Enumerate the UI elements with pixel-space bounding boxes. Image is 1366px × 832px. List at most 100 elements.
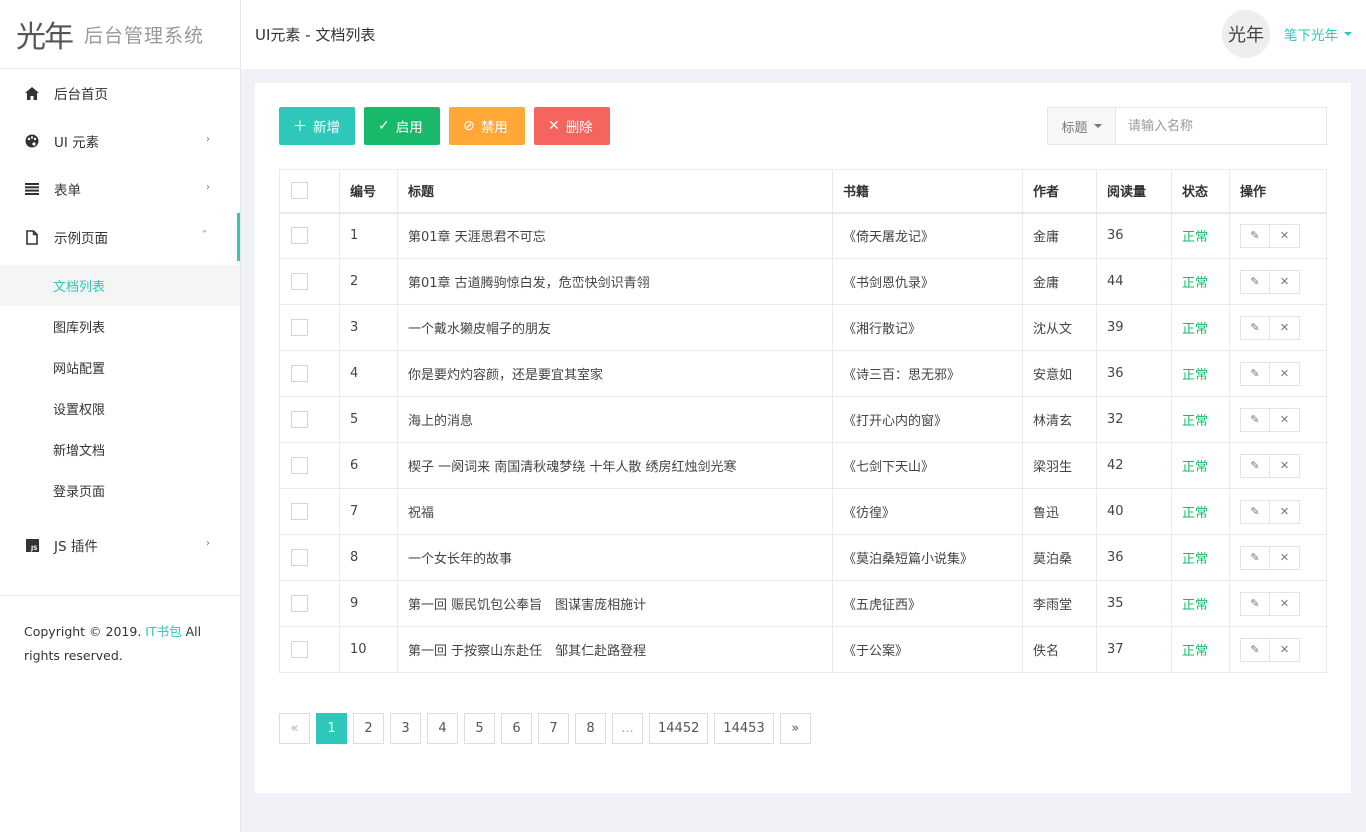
page-button[interactable]: 14452 bbox=[649, 713, 709, 744]
remove-button[interactable]: ✕ bbox=[1270, 545, 1300, 570]
page-button[interactable]: 6 bbox=[501, 713, 532, 744]
cell-actions: ✎ ✕ bbox=[1229, 442, 1327, 489]
close-icon: ✕ bbox=[548, 118, 560, 134]
remove-button[interactable]: ✕ bbox=[1270, 315, 1300, 340]
cell-title: 一个戴水獭皮帽子的朋友 bbox=[397, 304, 833, 351]
sidebar-subitem-login-page[interactable]: 登录页面 bbox=[0, 470, 240, 511]
edit-button[interactable]: ✎ bbox=[1240, 223, 1270, 248]
edit-button[interactable]: ✎ bbox=[1240, 315, 1270, 340]
remove-button[interactable]: ✕ bbox=[1270, 591, 1300, 616]
edit-button[interactable]: ✎ bbox=[1240, 407, 1270, 432]
row-checkbox[interactable] bbox=[291, 595, 308, 612]
chevron-right-icon: › bbox=[206, 134, 210, 145]
remove-button[interactable]: ✕ bbox=[1270, 223, 1300, 248]
header-book: 书籍 bbox=[832, 169, 1023, 214]
sidebar-subitem-doc-list[interactable]: 文档列表 bbox=[0, 265, 240, 306]
edit-button[interactable]: ✎ bbox=[1240, 269, 1270, 294]
page-button[interactable]: 14453 bbox=[714, 713, 774, 744]
file-icon bbox=[24, 229, 40, 245]
row-select-cell bbox=[279, 396, 340, 443]
table-row: 4 你是要灼灼容颜，还是要宜其室家 《诗三百：思无邪》 安意如 36 正常 ✎ ✕ bbox=[279, 350, 1327, 397]
disable-button[interactable]: ⊘ 禁用 bbox=[449, 107, 525, 145]
cell-title: 楔子 一阕词来 南国清秋魂梦绕 十年人散 绣房红烛剑光寒 bbox=[397, 442, 833, 489]
remove-button[interactable]: ✕ bbox=[1270, 453, 1300, 478]
cell-actions: ✎ ✕ bbox=[1229, 212, 1327, 259]
sidebar-item-ui-elements[interactable]: UI 元素 › bbox=[0, 117, 240, 165]
page-ellipsis[interactable]: ... bbox=[612, 713, 643, 744]
cell-author: 梁羽生 bbox=[1022, 442, 1097, 489]
sidebar-subitem-site-config[interactable]: 网站配置 bbox=[0, 347, 240, 388]
remove-button[interactable]: ✕ bbox=[1270, 269, 1300, 294]
page-button[interactable]: 3 bbox=[390, 713, 421, 744]
sidebar-item-label: JS 插件 bbox=[54, 539, 98, 555]
remove-button[interactable]: ✕ bbox=[1270, 499, 1300, 524]
list-icon bbox=[24, 181, 40, 197]
next-page-button[interactable]: » bbox=[779, 713, 811, 744]
edit-button[interactable]: ✎ bbox=[1240, 499, 1270, 524]
cell-actions: ✎ ✕ bbox=[1229, 626, 1327, 673]
edit-button[interactable]: ✎ bbox=[1240, 637, 1270, 662]
search-input[interactable] bbox=[1116, 108, 1326, 144]
footer-link[interactable]: IT书包 bbox=[145, 624, 181, 639]
edit-button[interactable]: ✎ bbox=[1240, 545, 1270, 570]
row-checkbox[interactable] bbox=[291, 273, 308, 290]
row-checkbox[interactable] bbox=[291, 319, 308, 336]
table-body: 1 第01章 天涯思君不可忘 《倚天屠龙记》 金庸 36 正常 ✎ ✕ 2 第01章 古道腾驹惊白… bbox=[279, 212, 1327, 673]
row-checkbox[interactable] bbox=[291, 457, 308, 474]
pencil-icon: ✎ bbox=[1250, 229, 1260, 243]
username[interactable]: 笔下光年 bbox=[1284, 24, 1338, 44]
pencil-icon: ✎ bbox=[1250, 551, 1260, 564]
row-checkbox[interactable] bbox=[291, 227, 308, 245]
cell-id: 6 bbox=[339, 442, 398, 489]
page-button[interactable]: 7 bbox=[538, 713, 569, 744]
row-checkbox[interactable] bbox=[291, 549, 308, 566]
table-row: 5 海上的消息 《打开心内的窗》 林清玄 32 正常 ✎ ✕ bbox=[279, 396, 1327, 443]
row-checkbox[interactable] bbox=[291, 641, 308, 658]
sidebar-subitem-permissions[interactable]: 设置权限 bbox=[0, 388, 240, 429]
page-button[interactable]: 5 bbox=[464, 713, 495, 744]
sidebar-item-forms[interactable]: 表单 › bbox=[0, 165, 240, 213]
status-badge: 正常 bbox=[1171, 396, 1230, 443]
cell-id: 2 bbox=[339, 258, 398, 305]
search-field-select[interactable]: 标题 bbox=[1048, 108, 1116, 144]
delete-button[interactable]: ✕ 删除 bbox=[534, 107, 610, 145]
remove-button[interactable]: ✕ bbox=[1270, 407, 1300, 432]
cell-book: 《书剑恩仇录》 bbox=[832, 258, 1023, 305]
remove-button[interactable]: ✕ bbox=[1270, 361, 1300, 386]
row-checkbox[interactable] bbox=[291, 411, 308, 428]
sidebar-item-examples[interactable]: 示例页面 ˅ bbox=[0, 213, 240, 261]
row-select-cell bbox=[279, 350, 340, 397]
ban-icon: ⊘ bbox=[463, 118, 475, 134]
close-icon: ✕ bbox=[1279, 413, 1290, 426]
select-all-checkbox[interactable] bbox=[291, 182, 308, 200]
sidebar-subitem-gallery-list[interactable]: 图库列表 bbox=[0, 306, 240, 347]
page-button[interactable]: 1 bbox=[316, 713, 347, 744]
status-badge: 正常 bbox=[1171, 534, 1230, 581]
chevron-right-icon: › bbox=[206, 182, 210, 193]
sidebar-item-home[interactable]: 后台首页 bbox=[0, 69, 240, 117]
edit-button[interactable]: ✎ bbox=[1240, 453, 1270, 478]
cell-id: 9 bbox=[339, 580, 398, 627]
remove-button[interactable]: ✕ bbox=[1270, 637, 1300, 662]
page-button[interactable]: 4 bbox=[427, 713, 458, 744]
edit-button[interactable]: ✎ bbox=[1240, 361, 1270, 386]
enable-button[interactable]: ✓ 启用 bbox=[364, 107, 440, 145]
cell-title: 第一回 赈民饥包公奉旨 图谋害庞相施计 bbox=[397, 580, 833, 627]
row-select-cell bbox=[279, 488, 340, 535]
user-menu[interactable]: 光年 笔下光年 bbox=[1222, 10, 1352, 58]
prev-page-button[interactable]: « bbox=[279, 713, 310, 744]
row-checkbox[interactable] bbox=[291, 365, 308, 382]
status-badge: 正常 bbox=[1171, 212, 1230, 259]
edit-button[interactable]: ✎ bbox=[1240, 591, 1270, 616]
page-button[interactable]: 8 bbox=[575, 713, 606, 744]
cell-id: 3 bbox=[339, 304, 398, 351]
sidebar-subitem-new-doc[interactable]: 新增文档 bbox=[0, 429, 240, 470]
sidebar-item-js-plugins[interactable]: JS JS 插件 › bbox=[0, 521, 240, 569]
close-icon: ✕ bbox=[1279, 321, 1290, 334]
page-button[interactable]: 2 bbox=[353, 713, 384, 744]
pencil-icon: ✎ bbox=[1250, 321, 1260, 334]
logo[interactable]: 光年 后台管理系统 bbox=[0, 0, 240, 69]
add-button[interactable]: ＋ 新增 bbox=[279, 107, 355, 145]
avatar[interactable]: 光年 bbox=[1222, 10, 1270, 58]
row-checkbox[interactable] bbox=[291, 503, 308, 520]
